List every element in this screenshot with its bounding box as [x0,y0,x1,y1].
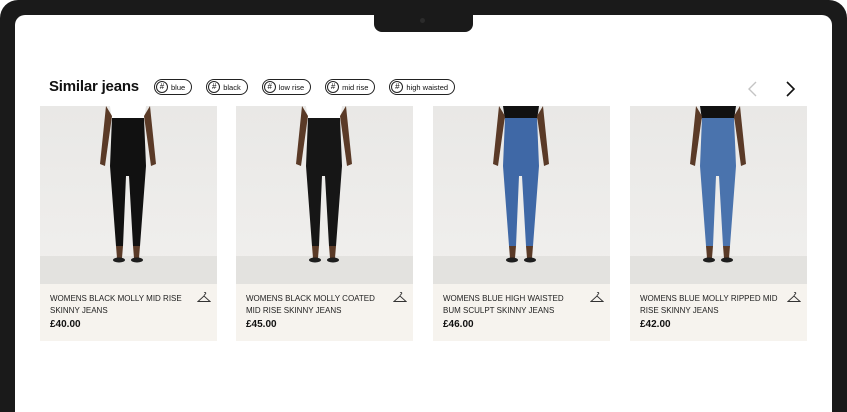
product-image [630,106,807,284]
hanger-icon[interactable] [197,292,211,303]
product-price: £45.00 [246,319,277,330]
tag-high-waisted[interactable]: # high waisted [389,79,456,95]
hash-icon: # [208,81,221,93]
product-card[interactable]: WOMENS BLACK MOLLY MID RISE SKINNY JEANS… [40,106,217,341]
hanger-icon[interactable] [590,292,604,303]
product-name: WOMENS BLACK MOLLY COATED MID RISE SKINN… [246,294,375,315]
hanger-icon[interactable] [787,292,801,303]
model-figure [40,106,217,284]
product-card[interactable]: WOMENS BLUE HIGH WAISTED BUM SCULPT SKIN… [433,106,610,341]
tag-label: black [223,82,241,92]
product-image [236,106,413,284]
tag-label: mid rise [342,82,369,92]
product-price: £46.00 [443,319,474,330]
hash-icon: # [263,81,276,93]
tag-low-rise[interactable]: # low rise [261,79,312,95]
hash-icon: # [391,81,404,93]
tag-mid-rise[interactable]: # mid rise [325,79,376,95]
tag-label: blue [171,82,186,92]
product-name: WOMENS BLUE MOLLY RIPPED MID RISE SKINNY… [640,294,778,315]
camera-icon [420,18,425,23]
chevron-right-icon [786,81,796,97]
product-image [40,106,217,284]
section-title: Similar jeans [49,78,139,95]
product-card[interactable]: WOMENS BLACK MOLLY COATED MID RISE SKINN… [236,106,413,341]
product-name: WOMENS BLUE HIGH WAISTED BUM SCULPT SKIN… [443,294,564,315]
model-figure [236,106,413,284]
product-image [433,106,610,284]
camera-notch [374,14,473,32]
hash-icon: # [156,81,168,93]
tag-label: high waisted [406,82,449,92]
hanger-icon[interactable] [393,292,407,303]
model-figure [630,106,807,284]
tag-blue[interactable]: # blue [154,79,193,95]
carousel-next-button[interactable] [782,80,798,98]
hash-icon: # [327,81,340,93]
chevron-left-icon [748,81,757,97]
carousel-prev-button[interactable] [745,80,761,98]
product-name: WOMENS BLACK MOLLY MID RISE SKINNY JEANS [50,294,182,315]
tag-list: # blue # black # low rise # mid rise # high w… [154,79,456,95]
tag-label: low rise [278,82,305,92]
product-card[interactable]: WOMENS BLUE MOLLY RIPPED MID RISE SKINNY… [630,106,807,341]
product-price: £40.00 [50,319,81,330]
model-figure [433,106,610,284]
product-price: £42.00 [640,319,671,330]
tag-black[interactable]: # black [206,79,248,95]
